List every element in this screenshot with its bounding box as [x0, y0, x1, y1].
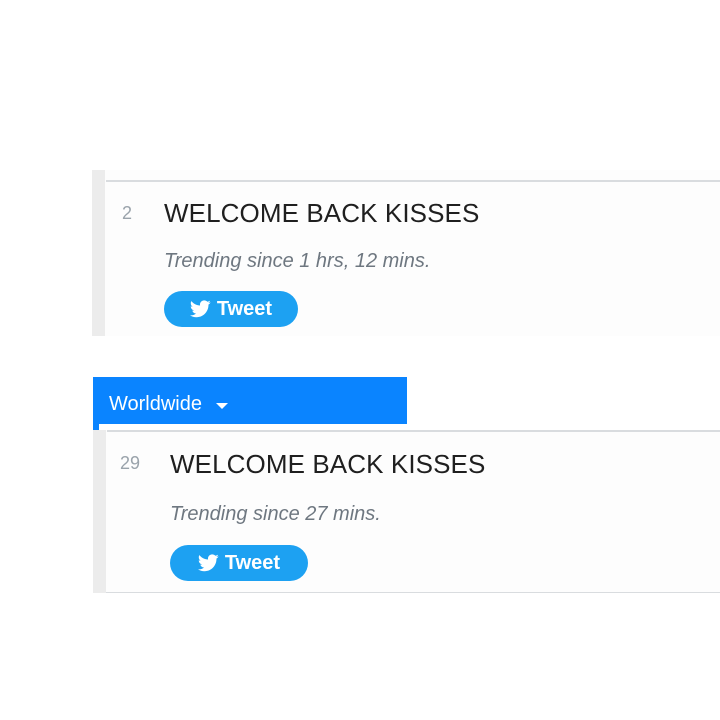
- card-divider: [107, 430, 720, 432]
- trend-card: 29 WELCOME BACK KISSES Trending since 27…: [93, 430, 720, 593]
- trend-name[interactable]: WELCOME BACK KISSES: [170, 449, 485, 480]
- card-left-border: [93, 430, 106, 593]
- tweet-button-label: Tweet: [224, 551, 281, 574]
- caret-down-icon: [216, 402, 228, 409]
- trends-page: 2 WELCOME BACK KISSES Trending since 1 h…: [0, 0, 720, 720]
- tweet-button-label: Tweet: [216, 297, 273, 320]
- location-dropdown[interactable]: Worldwide: [93, 377, 407, 424]
- card-left-border: [92, 170, 105, 336]
- trend-rank: 2: [122, 203, 133, 223]
- tweet-button[interactable]: Tweet: [170, 545, 308, 581]
- trend-rank: 29: [120, 453, 141, 473]
- trend-name[interactable]: WELCOME BACK KISSES: [164, 198, 479, 229]
- card-divider: [106, 180, 720, 182]
- tweet-button[interactable]: Tweet: [164, 291, 298, 327]
- trend-since: Trending since 27 mins.: [170, 503, 381, 525]
- trend-card: 2 WELCOME BACK KISSES Trending since 1 h…: [92, 170, 720, 336]
- twitter-bird-icon: [189, 300, 211, 318]
- twitter-bird-icon: [197, 554, 219, 572]
- location-label: Worldwide: [109, 393, 202, 415]
- trend-since: Trending since 1 hrs, 12 mins.: [164, 250, 431, 272]
